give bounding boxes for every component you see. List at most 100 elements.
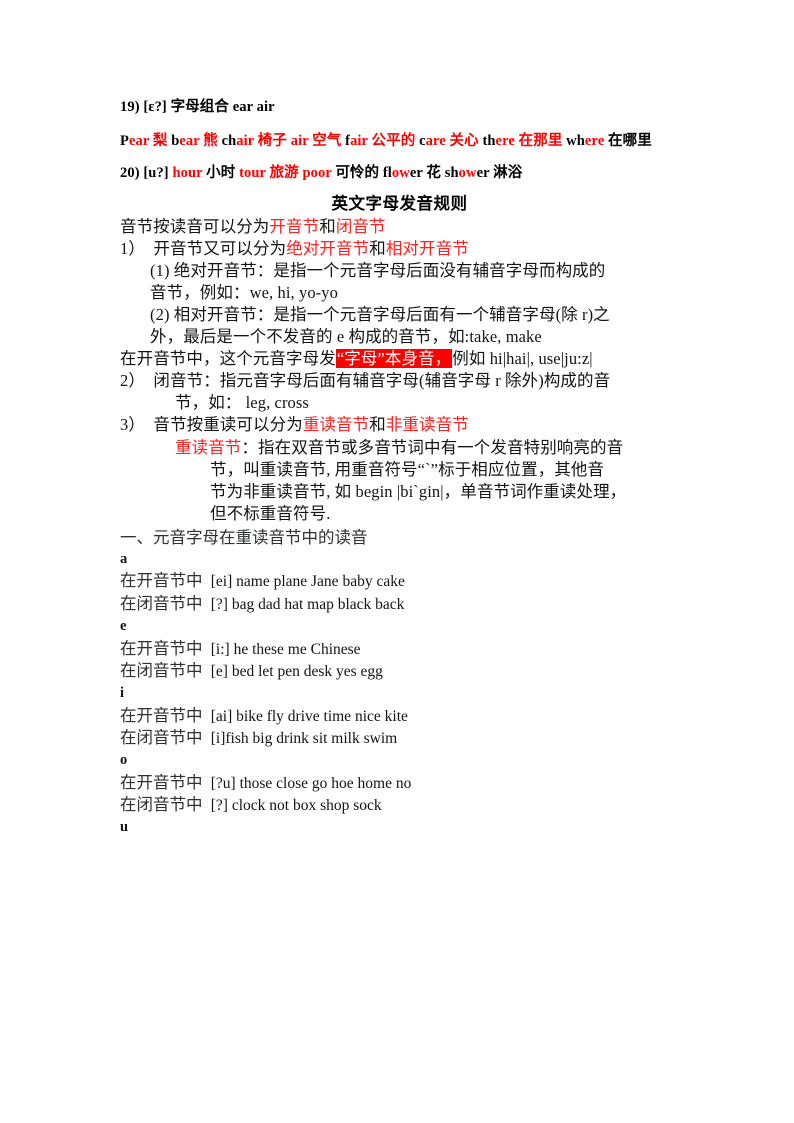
text-segment: air xyxy=(350,132,372,149)
rule-1-2-relative: (2) 相对开音节：是指一个元音字母后面有一个辅音字母(除 r)之 xyxy=(120,304,679,326)
text-segment: 3） 音节按重读可以分为 xyxy=(120,415,303,435)
text-segment: 2） 闭音节：指元音字母后面有辅音字母(辅音字母 r 除外)构成的音 xyxy=(120,371,611,391)
rule-1-1-absolute: (1) 绝对开音节：是指一个元音字母后面没有辅音字母而构成的 xyxy=(120,260,679,282)
text-segment: ow xyxy=(391,164,410,181)
text-segment: 外，最后是一个不发音的 e 构成的音节，如:take, make xyxy=(150,327,542,347)
text-segment: (1) 绝对开音节：是指一个元音字母后面没有辅音字母而构成的 xyxy=(150,261,606,281)
phonetic-symbol: [ei] xyxy=(210,573,237,591)
text-segment: wh xyxy=(562,132,585,149)
pronunciation-rules-block: 音节按读音可以分为开音节和闭音节 1） 开音节又可以分为绝对开音节和相对开音节 (1… xyxy=(120,216,679,524)
rule-syllable-types: 音节按读音可以分为开音节和闭音节 xyxy=(120,216,679,238)
phonetic-symbol: [?] xyxy=(210,797,232,815)
text-segment: 重读音节 xyxy=(175,437,242,457)
text-segment: 熊 xyxy=(203,132,218,149)
text-segment: 和 xyxy=(319,217,336,237)
section-heading: 一、元音字母在重读音节中的读音 xyxy=(120,527,368,547)
document-page: 19) [ɛ?] 字母组合 ear air Pear 梨 bear 熊 chair… xyxy=(0,0,794,1123)
text-segment: ear xyxy=(179,132,204,149)
text-segment: 旅游 xyxy=(269,164,299,181)
syllable-type-label: 在闭音节中 xyxy=(120,728,211,748)
rule-1-1-absolute-cont: 音节，例如：we, hi, yo-yo xyxy=(120,282,679,304)
rule-open-letter-sound: 在开音节中，这个元音字母发“字母”本身音，例如 hi|hai|, use|ju:… xyxy=(120,348,679,370)
text-segment: ere xyxy=(584,132,605,149)
example-words: those close go hoe home no xyxy=(239,774,412,792)
vowel-letter-e: e xyxy=(120,617,127,634)
text-segment: ow xyxy=(458,164,477,181)
vowel-reading-row: 在闭音节中 [?] bag dad hat map black back xyxy=(120,593,679,616)
rule-3-stress-def: 重读音节：指在双音节或多音节词中有一个发音特别响亮的音 xyxy=(120,437,679,459)
text-segment: ear xyxy=(128,132,153,149)
phonetic-symbol: [ai] xyxy=(210,707,237,725)
rule-3-stress-def-l3: 节为非重读音节, 如 begin |bi`gin|，单音节词作重读处理， xyxy=(120,481,679,503)
text-segment: ：指在双音节或多音节词中有一个发音特别响亮的音 xyxy=(241,437,624,457)
text-segment: f xyxy=(341,132,351,149)
example-words: bag dad hat map black back xyxy=(231,596,405,614)
vowel-letter-a: a xyxy=(120,550,128,567)
page-title: 英文字母发音规则 xyxy=(331,193,468,213)
text-segment: P xyxy=(120,132,129,149)
phonetic-entries-block: 19) [ɛ?] 字母组合 ear air Pear 梨 bear 熊 chair… xyxy=(120,96,679,185)
text-segment: 1） 开音节又可以分为 xyxy=(120,239,287,259)
syllable-type-label: 在开音节中 xyxy=(120,705,211,725)
text-segment: 音节，例如：we, hi, yo-yo xyxy=(150,283,338,303)
example-words: name plane Jane baby cake xyxy=(236,573,405,591)
example-words: bike fly drive time nice kite xyxy=(236,707,408,725)
text-segment: 20) [u?] xyxy=(120,164,173,181)
example-words: bed let pen desk yes egg xyxy=(231,663,383,681)
text-segment: 花 xyxy=(426,164,441,181)
syllable-type-label: 在开音节中 xyxy=(120,571,211,591)
text-segment: 在开音节中，这个元音字母发 xyxy=(120,349,336,369)
text-segment: sh xyxy=(441,164,459,181)
text-segment: er xyxy=(476,164,494,181)
entry-19-words: Pear 梨 bear 熊 chair 椅子 air 空气 fair 公平的 c… xyxy=(120,130,679,153)
syllable-type-label: 在开音节中 xyxy=(120,638,211,658)
entry-20: 20) [u?] hour 小时 tour 旅游 poor 可怜的 flower… xyxy=(120,162,679,185)
text-segment: 空气 xyxy=(312,132,342,149)
text-segment: are xyxy=(425,132,450,149)
text-segment: hour xyxy=(172,164,207,181)
syllable-type-label: 在闭音节中 xyxy=(120,661,211,681)
text-segment: 非重读音节 xyxy=(385,415,469,435)
text-segment: 可怜的 xyxy=(331,164,383,181)
rule-3-stress-def-l2: 节，叫重读音节, 用重音符号“`”标于相应位置，其他音 xyxy=(120,459,679,481)
vowel-reading-row: 在开音节中 [ei] name plane Jane baby cake xyxy=(120,570,679,593)
phonetic-symbol: [e] xyxy=(210,663,232,681)
example-words: fish big drink sit milk swim xyxy=(225,730,398,748)
text-segment: 19) [ɛ?] 字母组合 ear air xyxy=(120,99,275,115)
text-segment: er xyxy=(409,164,427,181)
rule-2-closed: 2） 闭音节：指元音字母后面有辅音字母(辅音字母 r 除外)构成的音 xyxy=(120,370,679,392)
vowel-letter-i: i xyxy=(120,684,125,701)
vowel-reading-row: 在开音节中 [?u] those close go hoe home no xyxy=(120,772,679,795)
text-segment: 节为非重读音节, 如 begin |bi`gin|，单音节词作重读处理， xyxy=(210,481,627,501)
text-segment: ere xyxy=(495,132,519,149)
text-segment: 和 xyxy=(369,239,386,259)
text-segment: 绝对开音节 xyxy=(286,239,370,259)
rule-1-open: 1） 开音节又可以分为绝对开音节和相对开音节 xyxy=(120,238,679,260)
text-segment: “字母”本身音， xyxy=(335,349,453,369)
syllable-type-label: 在闭音节中 xyxy=(120,795,211,815)
text-segment: 节，叫重读音节, 用重音符号“`”标于相应位置，其他音 xyxy=(210,459,605,479)
vowel-reading-row: 在开音节中 [ai] bike fly drive time nice kite xyxy=(120,705,679,728)
text-segment: air xyxy=(290,132,313,149)
vowel-reading-row: 在开音节中 [i:] he these me Chinese xyxy=(120,638,679,661)
text-segment: 节，如： leg, cross xyxy=(175,393,309,413)
text-segment: 小时 xyxy=(206,164,236,181)
text-segment: 淋浴 xyxy=(493,164,523,181)
text-segment: tour xyxy=(239,164,270,181)
text-segment: 例如 hi|hai|, use|ju:z| xyxy=(452,349,593,369)
vowel-letter-o: o xyxy=(120,752,128,769)
vowel-letter-u: u xyxy=(120,819,129,836)
syllable-type-label: 在开音节中 xyxy=(120,772,211,792)
text-segment: 闭音节 xyxy=(335,217,386,237)
text-segment: 音节按读音可以分为 xyxy=(120,217,270,237)
example-words: he these me Chinese xyxy=(233,640,361,658)
vowel-reading-block: a 在开音节中 [ei] name plane Jane baby cake 在闭音… xyxy=(120,549,679,839)
phonetic-symbol: [i:] xyxy=(210,640,234,658)
text-segment: 在那里 xyxy=(518,132,563,149)
text-segment: b xyxy=(167,132,180,149)
text-segment: ch xyxy=(217,132,237,149)
phonetic-symbol: [?u] xyxy=(210,774,240,792)
entry-19: 19) [ɛ?] 字母组合 ear air xyxy=(120,96,679,119)
example-words: clock not box shop sock xyxy=(231,797,382,815)
rule-1-2-relative-cont: 外，最后是一个不发音的 e 构成的音节，如:take, make xyxy=(120,326,679,348)
